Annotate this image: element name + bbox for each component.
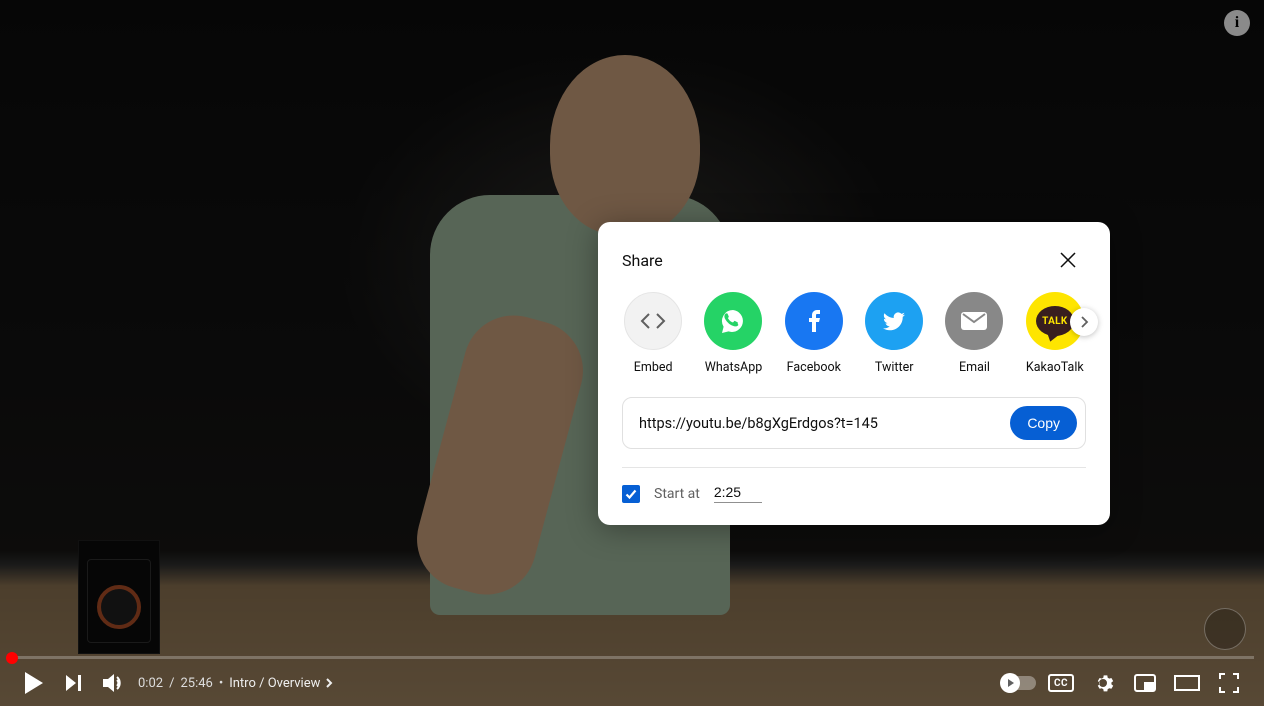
share-label: Facebook xyxy=(787,360,841,375)
next-button[interactable] xyxy=(54,660,94,706)
share-option-whatsapp[interactable]: WhatsApp xyxy=(702,292,764,375)
share-next-button[interactable] xyxy=(1070,308,1098,336)
email-icon xyxy=(945,292,1003,350)
share-label: Email xyxy=(959,360,990,375)
share-dialog-title: Share xyxy=(622,251,663,270)
volume-icon xyxy=(102,672,126,694)
share-label: Twitter xyxy=(875,360,914,375)
volume-button[interactable] xyxy=(94,660,134,706)
start-at-checkbox[interactable] xyxy=(622,485,640,503)
video-player: i Share Embed WhatsApp xyxy=(0,0,1264,706)
play-icon xyxy=(23,671,45,695)
start-at-input[interactable] xyxy=(714,484,762,503)
share-label: KakaoTalk xyxy=(1026,360,1084,375)
embed-icon xyxy=(624,292,682,350)
check-icon xyxy=(624,487,638,501)
next-icon xyxy=(64,673,84,693)
facebook-icon xyxy=(785,292,843,350)
duration: 25:46 xyxy=(180,676,212,691)
share-dialog: Share Embed WhatsApp xyxy=(598,222,1110,525)
share-url-row: https://youtu.be/b8gXgErdgos?t=145 Copy xyxy=(622,397,1086,449)
seek-bar[interactable] xyxy=(10,656,1254,659)
share-option-facebook[interactable]: Facebook xyxy=(783,292,845,375)
player-controls: 0:02 / 25:46 • Intro / Overview CC xyxy=(0,660,1264,706)
share-option-twitter[interactable]: Twitter xyxy=(863,292,925,375)
settings-button[interactable] xyxy=(1082,660,1124,706)
chevron-right-icon xyxy=(1077,315,1091,329)
captions-button[interactable]: CC xyxy=(1040,660,1082,706)
gear-icon xyxy=(1092,672,1114,694)
fullscreen-icon xyxy=(1219,673,1239,693)
channel-watermark[interactable] xyxy=(1204,608,1246,650)
miniplayer-button[interactable] xyxy=(1124,660,1166,706)
time-display: 0:02 / 25:46 • Intro / Overview xyxy=(138,676,334,691)
close-button[interactable] xyxy=(1050,242,1086,278)
share-option-embed[interactable]: Embed xyxy=(622,292,684,375)
chapter-title: Intro / Overview xyxy=(229,676,320,691)
chevron-right-icon xyxy=(324,677,334,689)
cc-icon: CC xyxy=(1048,674,1074,692)
chapter-button[interactable]: Intro / Overview xyxy=(229,676,334,691)
start-at-row: Start at xyxy=(622,484,1086,503)
fullscreen-button[interactable] xyxy=(1208,660,1250,706)
product-box xyxy=(78,540,160,654)
share-option-email[interactable]: Email xyxy=(943,292,1005,375)
current-time: 0:02 xyxy=(138,676,163,691)
copy-button[interactable]: Copy xyxy=(1010,406,1077,440)
start-at-label: Start at xyxy=(654,486,700,502)
share-options-row: Embed WhatsApp Facebook Twitter xyxy=(622,292,1086,375)
miniplayer-icon xyxy=(1134,674,1156,692)
divider xyxy=(622,467,1086,468)
info-card-button[interactable]: i xyxy=(1224,10,1250,36)
twitter-icon xyxy=(865,292,923,350)
share-label: Embed xyxy=(634,360,673,375)
autoplay-toggle[interactable] xyxy=(998,660,1040,706)
theater-icon xyxy=(1174,675,1200,691)
close-icon xyxy=(1058,250,1078,270)
play-button[interactable] xyxy=(14,660,54,706)
whatsapp-icon xyxy=(704,292,762,350)
share-label: WhatsApp xyxy=(705,360,763,375)
share-url-field[interactable]: https://youtu.be/b8gXgErdgos?t=145 xyxy=(639,415,1010,432)
theater-button[interactable] xyxy=(1166,660,1208,706)
